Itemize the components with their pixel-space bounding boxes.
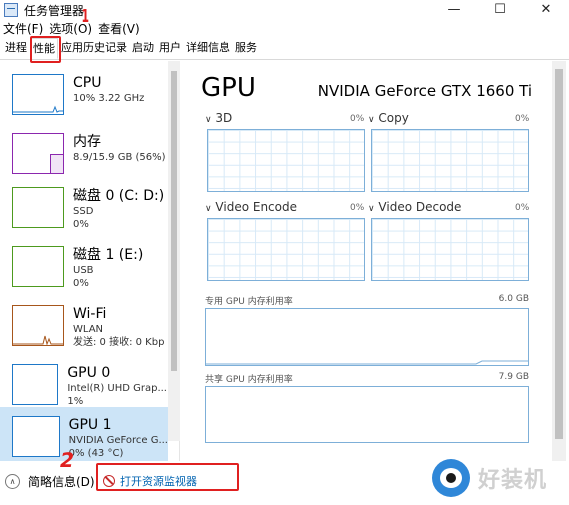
page-title: GPU — [201, 73, 256, 103]
sidebar-item-name: GPU 0 — [67, 365, 111, 381]
sidebar-scrollbar[interactable] — [168, 61, 180, 441]
watermark-text: 好装机 — [478, 468, 548, 493]
graph-dedicated-memory — [205, 308, 529, 366]
main-scrollbar[interactable] — [552, 61, 566, 461]
tab-app-history[interactable]: 应用历史记录 — [59, 38, 129, 59]
close-button[interactable]: ✕ — [523, 0, 569, 18]
engine-percent: 0% — [350, 203, 365, 213]
watermark-logo-icon — [432, 459, 470, 497]
sidebar-item-detail: NVIDIA GeForce G... — [68, 435, 168, 446]
sidebar-item-wifi[interactable]: Wi-Fi WLAN 发送: 0 接收: 0 Kbp — [5, 296, 167, 354]
engine-label: Video Decode — [378, 200, 462, 214]
window-controls: — ☐ ✕ — [431, 0, 569, 18]
sidebar-item-name: Wi-Fi — [73, 306, 107, 322]
disk-0-thumbnail — [12, 187, 64, 228]
sidebar-item-memory[interactable]: 内存 8.9/15.9 GB (56%) — [5, 124, 167, 182]
tab-bar: 进程 性能 应用历史记录 启动 用户 详细信息 服务 — [0, 38, 569, 60]
sidebar-item-name: 磁盘 0 (C: D:) — [73, 188, 165, 204]
sidebar-item-gpu-0[interactable]: GPU 0 Intel(R) UHD Grap... 1% — [5, 355, 167, 413]
chevron-down-icon: ∨ — [205, 115, 212, 125]
annotation-box-performance-tab — [30, 36, 61, 63]
menu-view[interactable]: 查看(V) — [95, 21, 143, 37]
sidebar-item-cpu[interactable]: CPU 10% 3.22 GHz — [5, 65, 167, 123]
main-scrollbar-thumb[interactable] — [555, 69, 563, 439]
minimize-button[interactable]: — — [431, 0, 477, 18]
gpu-model-name: NVIDIA GeForce GTX 1660 Ti — [317, 82, 532, 100]
gpu-1-thumbnail — [12, 416, 60, 457]
engine-video-decode-selector[interactable]: ∨ Video Decode — [368, 200, 461, 214]
engine-3d-selector[interactable]: ∨ 3D — [205, 111, 232, 125]
graph-3d — [207, 129, 365, 192]
graph-video-decode — [371, 218, 529, 281]
task-manager-icon — [4, 3, 18, 17]
fewer-details-button[interactable]: ∧ 简略信息(D) — [5, 473, 95, 490]
memory-fill — [50, 154, 63, 173]
engine-label: 3D — [215, 111, 233, 125]
engine-percent: 0% — [515, 203, 530, 213]
sidebar-item-usage: 发送: 0 接收: 0 Kbp — [73, 337, 165, 348]
graph-video-encode — [207, 218, 365, 281]
disk-1-thumbnail — [12, 246, 64, 287]
tab-details[interactable]: 详细信息 — [184, 38, 232, 59]
menu-bar: 文件(F) 选项(O) 查看(V) — [0, 21, 143, 37]
chevron-up-icon: ∧ — [5, 474, 20, 489]
shared-memory-max: 7.9 GB — [498, 372, 529, 382]
tab-services[interactable]: 服务 — [233, 38, 259, 59]
sidebar-item-disk-1[interactable]: 磁盘 1 (E:) USB 0% — [5, 237, 167, 295]
annotation-number-1: 1 — [81, 6, 90, 27]
sidebar-item-name: 内存 — [73, 134, 101, 150]
sidebar-item-detail: 8.9/15.9 GB (56%) — [73, 152, 166, 163]
gpu-detail-panel: GPU NVIDIA GeForce GTX 1660 Ti ∨ 3D 0% ∨… — [181, 61, 552, 461]
sidebar-scrollbar-thumb[interactable] — [171, 71, 177, 371]
watermark: 好装机 — [432, 456, 564, 500]
menu-file[interactable]: 文件(F) — [0, 21, 46, 37]
engine-percent: 0% — [515, 114, 530, 124]
engine-label: Video Encode — [215, 200, 297, 214]
fewer-details-label: 简略信息(D) — [28, 475, 95, 489]
chevron-down-icon: ∨ — [368, 204, 375, 214]
dedicated-memory-max: 6.0 GB — [498, 294, 529, 304]
sidebar-item-detail: WLAN — [73, 324, 104, 335]
sidebar-item-detail: USB — [73, 265, 94, 276]
sidebar-item-name: GPU 1 — [68, 417, 112, 433]
wifi-thumbnail — [12, 305, 64, 346]
window-title: 任务管理器 — [24, 3, 85, 18]
chevron-down-icon: ∨ — [205, 204, 212, 214]
sidebar-item-detail: Intel(R) UHD Grap... — [67, 383, 167, 394]
engine-copy-selector[interactable]: ∨ Copy — [368, 111, 409, 125]
engine-percent: 0% — [350, 114, 365, 124]
cpu-thumbnail — [12, 74, 64, 115]
sidebar-item-usage: 0% — [73, 219, 89, 230]
gpu-0-thumbnail — [12, 364, 59, 405]
tab-processes[interactable]: 进程 — [3, 38, 29, 59]
sidebar-item-gpu-1[interactable]: GPU 1 NVIDIA GeForce G... 0% (43 °C) — [0, 407, 168, 461]
sidebar-item-disk-0[interactable]: 磁盘 0 (C: D:) SSD 0% — [5, 178, 167, 236]
maximize-button[interactable]: ☐ — [477, 0, 523, 18]
cpu-sparkline — [13, 105, 63, 113]
dedicated-memory-line — [206, 360, 528, 365]
dedicated-memory-label: 专用 GPU 内存利用率 — [205, 297, 293, 307]
chevron-down-icon: ∨ — [368, 115, 375, 125]
sidebar-item-detail: SSD — [73, 206, 94, 217]
sidebar-item-usage: 0% (43 °C) — [68, 448, 124, 459]
resource-sidebar: CPU 10% 3.22 GHz 内存 8.9/15.9 GB (56%) 磁盘… — [0, 61, 180, 461]
engine-label: Copy — [378, 111, 409, 125]
sidebar-item-detail: 10% 3.22 GHz — [73, 93, 145, 104]
sidebar-item-name: 磁盘 1 (E:) — [73, 247, 144, 263]
wifi-sparkline — [13, 335, 63, 345]
tab-users[interactable]: 用户 — [157, 38, 183, 59]
graph-shared-memory — [205, 386, 529, 443]
sidebar-item-name: CPU — [73, 75, 102, 91]
annotation-box-resource-monitor — [96, 463, 239, 491]
shared-memory-label: 共享 GPU 内存利用率 — [205, 375, 293, 385]
memory-thumbnail — [12, 133, 64, 174]
tab-startup[interactable]: 启动 — [130, 38, 156, 59]
graph-copy — [371, 129, 529, 192]
engine-video-encode-selector[interactable]: ∨ Video Encode — [205, 200, 297, 214]
sidebar-item-usage: 0% — [73, 278, 89, 289]
